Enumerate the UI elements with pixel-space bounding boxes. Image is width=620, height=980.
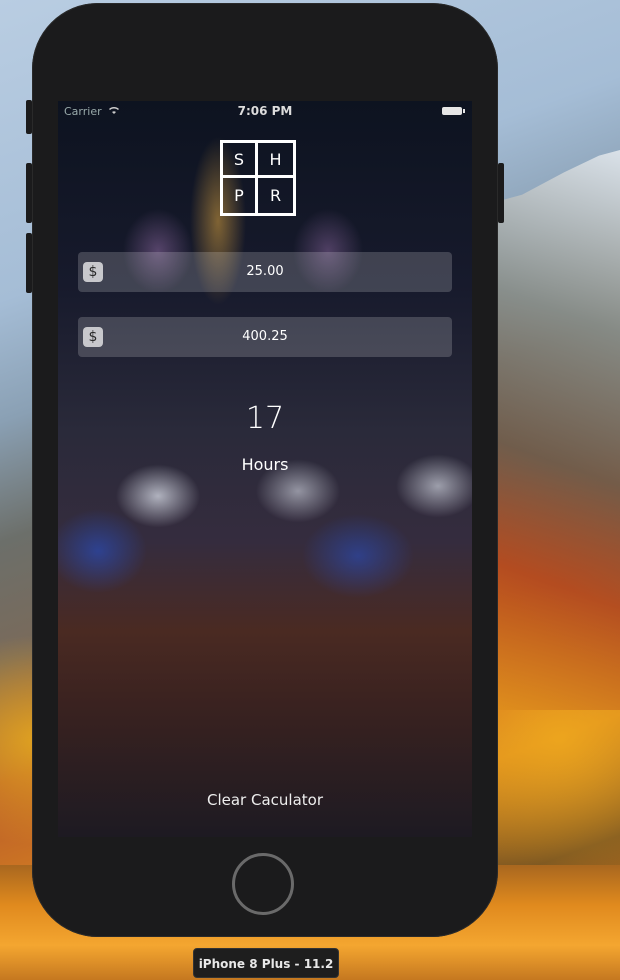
item-price-field[interactable]: $ 400.25 [78,317,452,357]
status-bar: Carrier 7:06 PM [58,101,472,123]
app-screen: Carrier 7:06 PM S H P R $ 25.00 $ 400.25… [58,101,472,837]
logo-letter: R [269,186,282,205]
item-price-input[interactable]: 400.25 [78,317,452,357]
hours-result-label: Hours [241,455,289,474]
simulator-device-label: iPhone 8 Plus - 11.2 [193,948,339,978]
shpr-logo: S H P R [220,140,296,216]
status-time: 7:06 PM [237,104,293,118]
logo-letter: P [223,178,258,213]
battery-icon [442,107,465,115]
power-button [498,163,504,223]
hourly-wage-field[interactable]: $ 25.00 [78,252,452,292]
logo-letter: S [223,143,258,178]
hours-result-value: 17 [245,401,285,436]
clear-calculator-button[interactable]: Clear Caculator [58,791,472,809]
home-button[interactable] [232,853,294,915]
hourly-wage-input[interactable]: 25.00 [78,252,452,292]
wallpaper-mountain [480,150,620,710]
logo-letter: H [258,143,293,178]
